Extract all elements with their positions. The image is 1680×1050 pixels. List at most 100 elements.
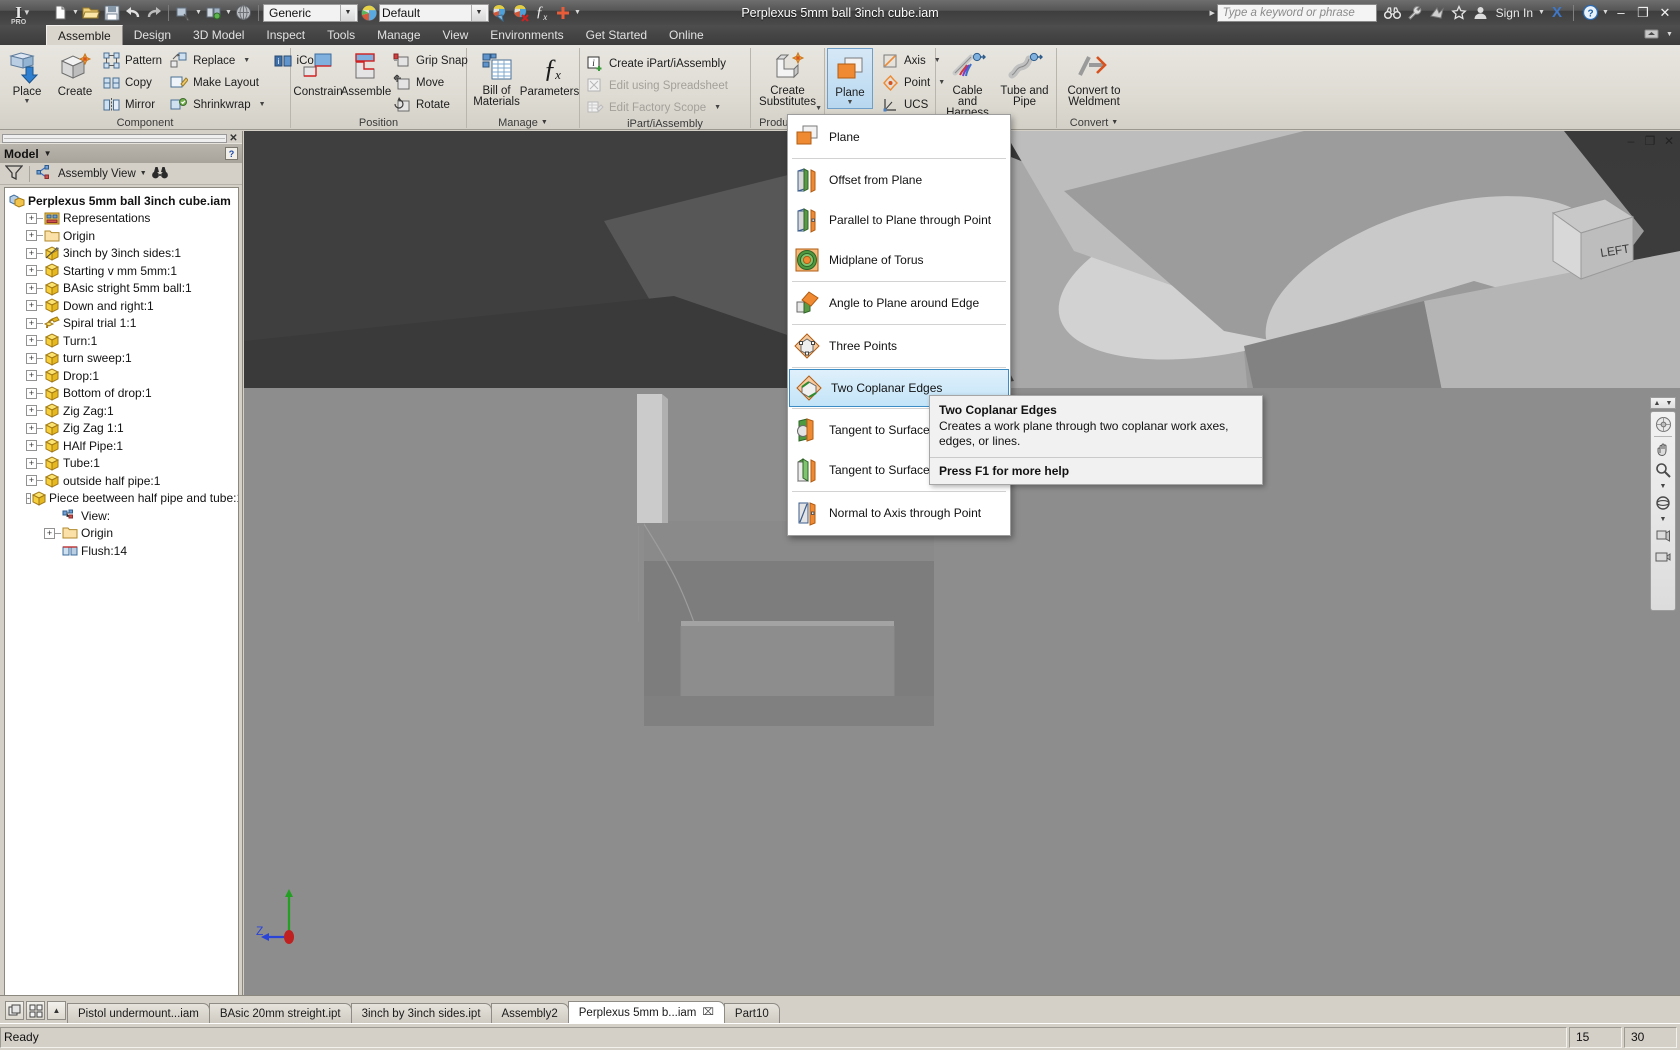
tree-node[interactable]: Flush:14: [5, 542, 238, 560]
expand-icon[interactable]: +: [26, 352, 37, 364]
expand-icon[interactable]: +: [26, 317, 37, 329]
convert-to-weldment-button[interactable]: Convert to Weldment: [1061, 48, 1127, 110]
tab-design[interactable]: Design: [123, 25, 182, 45]
autodesk-360-icon[interactable]: [1426, 2, 1448, 24]
tab-view[interactable]: View: [432, 25, 480, 45]
chevron-down-icon[interactable]: ▼: [1601, 9, 1610, 16]
chevron-down-icon[interactable]: ▼: [1666, 400, 1673, 407]
expand-icon[interactable]: +: [26, 247, 37, 259]
orbit-dropdown-icon[interactable]: ▼: [1653, 515, 1673, 524]
create-substitutes-button[interactable]: Create Substitutes ▼: [755, 48, 822, 112]
material-browser-button[interactable]: [358, 2, 379, 23]
expand-icon[interactable]: +: [26, 370, 37, 382]
select-filter-button[interactable]: [173, 2, 194, 23]
tree-node[interactable]: + BAsic stright 5mm ball:1: [5, 280, 238, 298]
work-plane-button[interactable]: Plane ▼: [827, 48, 873, 109]
tab-online[interactable]: Online: [658, 25, 715, 45]
clear-appearance-button[interactable]: [510, 2, 531, 23]
chevron-down-icon[interactable]: ▼: [847, 99, 854, 106]
tree-node[interactable]: Perplexus 5mm ball 3inch cube.iam: [5, 192, 238, 210]
rotate-button[interactable]: Rotate: [391, 94, 472, 115]
browser-horizontal-scrollbar[interactable]: [2, 133, 227, 143]
search-input[interactable]: Type a keyword or phrase: [1216, 3, 1377, 22]
edit-factory-scope-button[interactable]: Edit Factory Scope ▼: [584, 97, 732, 118]
chevron-down-icon[interactable]: ▼: [541, 119, 548, 126]
copy-button[interactable]: Copy: [100, 72, 166, 93]
tab-manage[interactable]: Manage: [366, 25, 431, 45]
expand-icon[interactable]: +: [26, 405, 37, 417]
binoculars-icon[interactable]: [151, 165, 169, 183]
adjust-appearance-button[interactable]: [489, 2, 510, 23]
grip-snap-button[interactable]: Grip Snap: [391, 50, 472, 71]
chevron-down-icon[interactable]: ▼: [24, 98, 31, 105]
save-button[interactable]: [101, 2, 122, 23]
browser-close-button[interactable]: ✕: [227, 133, 240, 144]
chevron-down-icon[interactable]: ▼: [23, 8, 31, 17]
expand-icon[interactable]: +: [26, 457, 37, 469]
redo-button[interactable]: [143, 2, 164, 23]
model-tree[interactable]: Perplexus 5mm ball 3inch cube.iam + Repres…: [4, 187, 239, 1050]
tree-node[interactable]: + Representations: [5, 210, 238, 228]
tab-get-started[interactable]: Get Started: [575, 25, 658, 45]
menu-item-parallel-to-plane-through-point[interactable]: Parallel to Plane through Point: [788, 200, 1010, 240]
chevron-up-icon[interactable]: ▲: [1654, 400, 1661, 407]
tree-node[interactable]: + outside half pipe:1: [5, 472, 238, 490]
chevron-down-icon[interactable]: ▼: [1665, 31, 1674, 38]
viewport-restore-button[interactable]: ❐: [1643, 134, 1657, 148]
place-component-button[interactable]: Place ▼: [4, 48, 50, 107]
favorites-star-icon[interactable]: [1448, 2, 1470, 24]
make-layout-button[interactable]: Make Layout: [168, 72, 269, 93]
zoom-icon[interactable]: [1653, 461, 1673, 479]
parameters-fx-button[interactable]: ƒx: [531, 2, 552, 23]
viewport-minimize-button[interactable]: –: [1624, 134, 1638, 148]
autodesk-exchange-icon[interactable]: X: [1546, 2, 1568, 24]
tree-node[interactable]: + Drop:1: [5, 367, 238, 385]
mirror-button[interactable]: Mirror: [100, 94, 166, 115]
tab-3d-model[interactable]: 3D Model: [182, 25, 255, 45]
zoom-dropdown-icon[interactable]: ▼: [1653, 482, 1673, 491]
ribbon-minimize-icon[interactable]: [1640, 23, 1662, 45]
look-at-icon[interactable]: [1653, 527, 1673, 545]
parameters-button[interactable]: ƒ x Parameters: [520, 48, 579, 100]
expand-icon[interactable]: +: [26, 440, 37, 452]
replace-button[interactable]: Replace ▼: [168, 50, 269, 71]
scroll-up-icon[interactable]: ▲: [47, 1001, 66, 1020]
tab-inspect[interactable]: Inspect: [255, 25, 316, 45]
expand-icon[interactable]: +: [26, 300, 37, 312]
help-icon[interactable]: ?: [1579, 2, 1601, 24]
create-ipart-button[interactable]: i Create iPart/iAssembly: [584, 53, 732, 74]
add-to-qat-button[interactable]: [552, 2, 573, 23]
tree-node[interactable]: - Piece beetween half pipe and tube:1: [5, 490, 238, 508]
sign-in-link[interactable]: Sign In: [1492, 6, 1537, 20]
chevron-down-icon[interactable]: ▼: [815, 105, 822, 112]
pattern-button[interactable]: Pattern: [100, 50, 166, 71]
tree-node[interactable]: + Zig Zag:1: [5, 402, 238, 420]
tree-node[interactable]: View:: [5, 507, 238, 525]
menu-item-midplane-of-torus[interactable]: Midplane of Torus: [788, 240, 1010, 280]
full-navigation-wheel-icon[interactable]: [1653, 415, 1673, 433]
expand-icon[interactable]: +: [44, 527, 55, 539]
move-button[interactable]: Move: [391, 72, 472, 93]
open-file-button[interactable]: [80, 2, 101, 23]
expand-icon[interactable]: +: [26, 282, 37, 294]
chevron-down-icon[interactable]: ▼: [44, 149, 52, 158]
bill-of-materials-button[interactable]: Bill of Materials: [471, 48, 522, 110]
shrinkwrap-button[interactable]: Shrinkwrap ▼: [168, 94, 269, 115]
tree-node[interactable]: + turn sweep:1: [5, 350, 238, 368]
doc-tab-pistol-undermount[interactable]: Pistol undermount...iam: [67, 1003, 210, 1023]
navbar-scroll-arrows[interactable]: ▲ ▼: [1650, 397, 1676, 409]
appearance-combo[interactable]: Default ▼: [379, 3, 489, 22]
menu-item-offset-from-plane[interactable]: Offset from Plane: [788, 160, 1010, 200]
tree-node[interactable]: + Turn:1: [5, 332, 238, 350]
chevron-down-icon[interactable]: ▼: [71, 9, 80, 16]
chevron-down-icon[interactable]: ▼: [714, 104, 721, 111]
expand-icon[interactable]: +: [26, 335, 37, 347]
chevron-down-icon[interactable]: ▼: [471, 4, 486, 21]
doc-tab-basic-20mm-streight[interactable]: BAsic 20mm streight.ipt: [208, 1003, 352, 1023]
tree-node[interactable]: + Origin: [5, 227, 238, 245]
camera-icon[interactable]: [1653, 548, 1673, 566]
close-button[interactable]: ✕: [1654, 2, 1676, 24]
appearance-browser-button[interactable]: [233, 2, 254, 23]
chevron-down-icon[interactable]: ▼: [340, 4, 355, 21]
chevron-down-icon[interactable]: ▼: [140, 170, 147, 177]
